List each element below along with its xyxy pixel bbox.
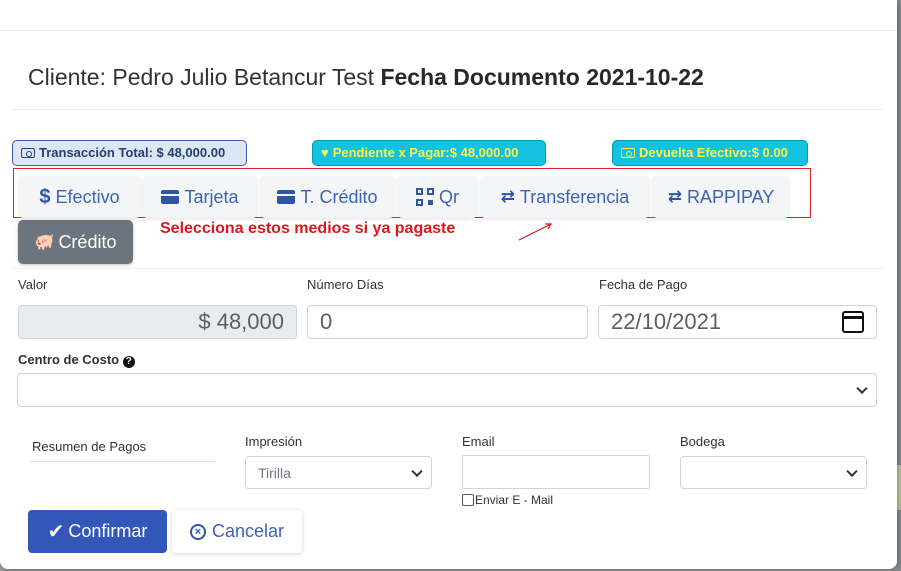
qrcode-icon xyxy=(416,188,434,206)
enviar-email-row: Enviar E - Mail xyxy=(462,493,553,507)
top-divider xyxy=(0,30,897,31)
cancel-button[interactable]: × Cancelar xyxy=(172,510,302,553)
credit-button[interactable]: 🐖 Crédito xyxy=(18,220,133,264)
piggy-bank-icon: 🐖 xyxy=(34,234,55,251)
hint-arrow-icon xyxy=(518,223,553,241)
enviar-email-checkbox[interactable] xyxy=(462,494,474,506)
valor-input[interactable]: $ 48,000 xyxy=(18,305,297,339)
total-transaction-text: Transacción Total: $ 48,000.00 xyxy=(39,145,226,160)
form-divider xyxy=(12,268,882,269)
document-date: Fecha Documento 2021-10-22 xyxy=(380,64,704,90)
credit-card-icon xyxy=(161,190,180,204)
question-circle-icon[interactable]: ? xyxy=(122,356,135,368)
check-icon: ✔ xyxy=(47,521,65,543)
centro-costo-select[interactable] xyxy=(17,373,877,407)
email-input[interactable] xyxy=(462,455,650,489)
email-label: Email xyxy=(462,434,495,449)
times-circle-icon: × xyxy=(189,523,206,540)
method-qr-button[interactable]: Qr xyxy=(398,176,477,218)
dias-input[interactable]: 0 xyxy=(307,305,588,339)
fecha-label: Fecha de Pago xyxy=(599,277,688,292)
payment-modal: Cliente: Pedro Julio Betancur Test Fecha… xyxy=(0,0,897,569)
background-overlay xyxy=(897,0,901,571)
dollar-icon: $ xyxy=(39,185,51,208)
background-accent xyxy=(897,465,901,510)
page-title: Cliente: Pedro Julio Betancur Test Fecha… xyxy=(28,64,704,91)
impresion-label: Impresión xyxy=(245,434,303,449)
credit-card-icon xyxy=(277,190,296,204)
pending-badge: ♥ Pendiente x Pagar:$ 48,000.00 xyxy=(312,140,546,166)
fecha-pago-input[interactable]: 22/10/2021 xyxy=(598,305,877,339)
hand-holding-heart-icon: ♥ xyxy=(321,145,329,160)
bodega-label: Bodega xyxy=(680,434,725,449)
money-bill-icon xyxy=(621,148,635,158)
chevron-down-icon xyxy=(846,465,858,477)
money-bill-icon xyxy=(21,148,35,158)
resumen-divider xyxy=(30,461,215,462)
valor-label: Valor xyxy=(18,277,48,292)
exchange-icon: ⇄ xyxy=(667,187,682,206)
change-text: Devuelta Efectivo:$ 0.00 xyxy=(639,145,788,160)
enviar-email-label: Enviar E - Mail xyxy=(475,493,554,507)
method-tarjeta-button[interactable]: Tarjeta xyxy=(143,176,257,218)
confirm-button[interactable]: ✔ Confirmar xyxy=(28,510,167,553)
chevron-down-icon xyxy=(411,465,423,477)
total-transaction-badge: Transacción Total: $ 48,000.00 xyxy=(12,140,247,166)
dias-label: Número Días xyxy=(307,277,384,292)
change-badge: Devuelta Efectivo:$ 0.00 xyxy=(612,140,808,166)
method-tcredito-button[interactable]: T. Crédito xyxy=(261,176,394,218)
exchange-icon: ⇄ xyxy=(500,187,515,206)
method-transferencia-button[interactable]: ⇄ Transferencia xyxy=(481,176,649,218)
pending-text: Pendiente x Pagar:$ 48,000.00 xyxy=(332,145,519,160)
bodega-select[interactable] xyxy=(680,456,867,489)
method-efectivo-button[interactable]: $ Efectivo xyxy=(19,176,140,218)
header-divider xyxy=(12,109,882,110)
centro-costo-label: Centro de Costo ? xyxy=(18,352,135,368)
impresion-select[interactable]: Tirilla xyxy=(245,456,432,489)
calendar-icon[interactable] xyxy=(842,311,864,333)
resumen-pagos-label: Resumen de Pagos xyxy=(32,439,147,454)
payment-hint: Selecciona estos medios si ya pagaste xyxy=(160,220,456,237)
method-rappipay-button[interactable]: ⇄ RAPPIPAY xyxy=(653,176,789,218)
client-name: Cliente: Pedro Julio Betancur Test xyxy=(28,64,375,90)
chevron-down-icon xyxy=(856,382,868,395)
